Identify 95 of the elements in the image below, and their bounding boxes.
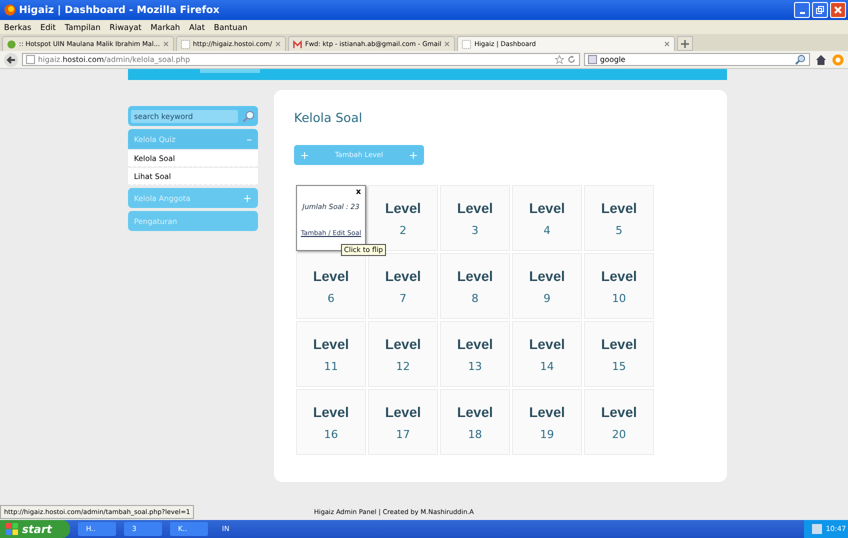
page-icon — [180, 40, 190, 48]
menu-item[interactable]: Bantuan — [214, 22, 248, 32]
reload-icon[interactable] — [567, 55, 576, 64]
level-number: 9 — [544, 292, 550, 304]
level-number: 19 — [540, 428, 554, 440]
level-number: 8 — [472, 292, 478, 304]
page-title: Kelola Soal — [294, 110, 364, 125]
plus-icon — [681, 40, 690, 48]
level-card[interactable]: Level 13 — [440, 321, 510, 387]
close-icon[interactable] — [444, 41, 450, 47]
level-label: Level — [385, 336, 421, 352]
star-icon[interactable] — [555, 55, 564, 64]
window-title: Higaiz | Dashboard - Mozilla Firefox — [19, 4, 220, 16]
level-number: 11 — [324, 360, 338, 372]
level-label: Level — [601, 404, 637, 420]
level-number: 3 — [472, 224, 478, 236]
close-icon[interactable] — [275, 41, 282, 47]
level-label: Level — [529, 268, 565, 284]
windows-flag-icon — [6, 523, 18, 535]
level-card[interactable]: Level 15 — [584, 321, 654, 387]
level-number: 6 — [328, 292, 334, 304]
level-label: Level — [457, 404, 493, 420]
menu-item[interactable]: Markah — [150, 22, 180, 32]
menu-item[interactable]: Riwayat — [110, 22, 142, 32]
level-number: 5 — [616, 224, 622, 236]
search-icon[interactable] — [242, 110, 255, 122]
level-card[interactable]: Level 5 — [584, 185, 654, 251]
level-card[interactable]: Level 3 — [440, 185, 510, 251]
level-card[interactable]: Level 16 — [296, 389, 366, 455]
level-card[interactable]: Level 11 — [296, 321, 366, 387]
close-icon — [833, 5, 843, 15]
new-tab-button[interactable] — [677, 36, 694, 51]
start-button[interactable]: start — [0, 520, 70, 538]
level-label: Level — [601, 336, 637, 352]
close-icon[interactable] — [664, 41, 670, 47]
level-label: Level — [529, 200, 565, 216]
menu-item[interactable]: Edit — [40, 22, 56, 32]
level-card[interactable]: Level 17 — [368, 389, 438, 455]
back-arrow-icon — [6, 54, 16, 64]
home-icon — [815, 54, 827, 66]
level-number: 14 — [540, 360, 554, 372]
restore-button[interactable] — [812, 2, 828, 18]
level-card[interactable]: Level 9 — [512, 253, 582, 319]
level-number: 2 — [400, 224, 406, 236]
level-number: 13 — [468, 360, 482, 372]
minimize-button[interactable] — [794, 2, 810, 18]
menu-item[interactable]: Tampilan — [64, 22, 101, 32]
mail-icon — [293, 40, 302, 48]
level-card[interactable]: Level 12 — [368, 321, 438, 387]
close-icon[interactable] — [162, 41, 169, 47]
level-label: Level — [601, 200, 637, 216]
level-number: 10 — [612, 292, 626, 304]
level-number: 16 — [324, 428, 338, 440]
level-card[interactable]: Level 20 — [584, 389, 654, 455]
level-label: Level — [313, 268, 349, 284]
level-card[interactable]: Level 10 — [584, 253, 654, 319]
level-number: 20 — [612, 428, 626, 440]
level-label: Level — [385, 268, 421, 284]
level-label: Level — [457, 268, 493, 284]
level-card[interactable]: Level 4 — [512, 185, 582, 251]
level-number: 7 — [400, 292, 406, 304]
level-label: Level — [529, 336, 565, 352]
close-button[interactable]: x — [356, 187, 361, 196]
restore-icon — [815, 5, 825, 15]
home-button[interactable] — [814, 52, 828, 66]
tray-icon[interactable] — [812, 524, 822, 534]
level-label: Level — [313, 404, 349, 420]
page-icon — [26, 55, 35, 64]
close-button[interactable] — [830, 2, 846, 18]
menu-item[interactable]: Berkas — [4, 22, 32, 32]
level-label: Level — [529, 404, 565, 420]
minimize-icon — [800, 12, 804, 14]
level-number: 15 — [612, 360, 626, 372]
level-number: 17 — [396, 428, 410, 440]
level-label: Level — [601, 268, 637, 284]
level-card[interactable]: Level 19 — [512, 389, 582, 455]
addon-icon[interactable] — [832, 54, 844, 66]
level-label: Level — [385, 200, 421, 216]
browser-logo-icon — [4, 4, 16, 16]
search-icon[interactable] — [795, 54, 806, 65]
level-number: 4 — [544, 224, 550, 236]
level-number: 18 — [468, 428, 482, 440]
level-label: Level — [457, 336, 493, 352]
back-button[interactable] — [4, 52, 18, 66]
level-card[interactable]: Level 14 — [512, 321, 582, 387]
level-label: Level — [457, 200, 493, 216]
level-card[interactable]: Level 6 — [296, 253, 366, 319]
level-card[interactable]: Level 7 — [368, 253, 438, 319]
level-label: Level — [313, 336, 349, 352]
page-icon — [462, 40, 472, 48]
level-card[interactable]: Level 8 — [440, 253, 510, 319]
level-card[interactable]: Level 18 — [440, 389, 510, 455]
level-label: Level — [385, 404, 421, 420]
menu-item[interactable]: Alat — [189, 22, 205, 32]
level-number: 12 — [396, 360, 410, 372]
